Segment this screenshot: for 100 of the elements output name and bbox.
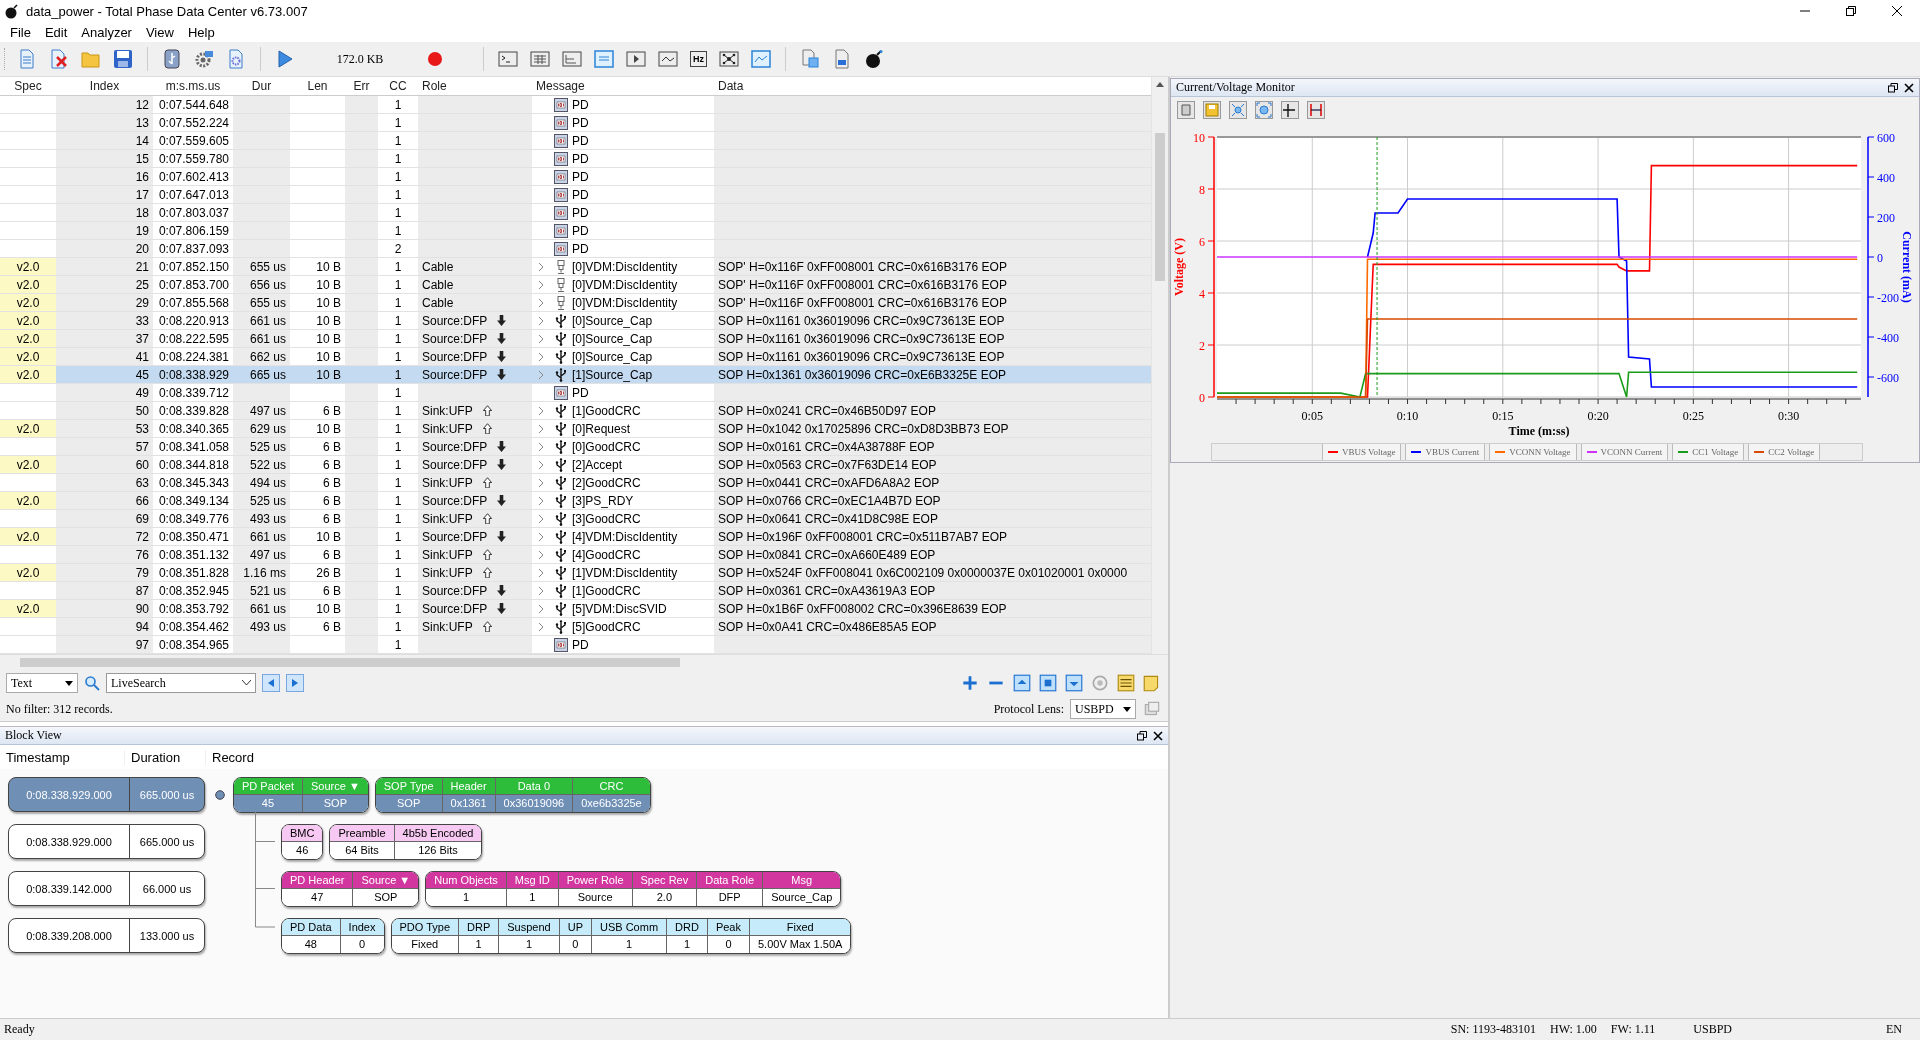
add-icon[interactable] — [960, 673, 980, 693]
menu-item[interactable]: Help — [180, 24, 222, 40]
close-icon[interactable] — [1904, 82, 1914, 93]
table-row[interactable]: 19 0:07.806.159 1 PD — [0, 222, 1151, 240]
table-row[interactable]: 50 0:08.339.828 497 us 6 B 1 Sink:UFP [1]GoodCRC SOP H=0x0241 CRC=0x46B50D97 EOP — [0, 402, 1151, 420]
column-header[interactable]: Err — [345, 77, 378, 95]
table-row[interactable]: 49 0:08.339.712 1 PD — [0, 384, 1151, 402]
table-row[interactable]: v2.0 72 0:08.350.471 661 us 10 B 1 Source:DFP [4]VDM:DiscIdentity SOP H=0x196F 0xFF008001 CRC=0x511B7AB7 EOP — [0, 528, 1151, 546]
expand-caret-icon[interactable] — [538, 351, 544, 362]
column-header[interactable]: Spec — [0, 77, 56, 95]
signal-box-icon[interactable] — [658, 49, 678, 69]
table-row[interactable]: v2.0 53 0:08.340.365 629 us 10 B 1 Sink:UFP [0]Request SOP H=0x1042 0x17025896 CRC=0xD8D3BB73 EOP — [0, 420, 1151, 438]
frequency-button[interactable]: Hz — [690, 51, 707, 67]
new-file-icon[interactable] — [17, 49, 37, 69]
field-group[interactable]: PDO Type Fixed DRP 1 Suspend 1 UP 0 USB Comm 1 DRD 1 Peak 0 Fixed 5.00V Max 1.50A — [390, 917, 852, 954]
table-row[interactable]: v2.0 41 0:08.224.381 662 us 10 B 1 Source:DFP [0]Source_Cap SOP H=0x1161 0x36019096 CRC=0x9C73613E EOP — [0, 348, 1151, 366]
expand-caret-icon[interactable] — [538, 603, 544, 614]
play-box-icon[interactable] — [626, 49, 646, 69]
horizontal-scrollbar[interactable] — [0, 654, 1168, 669]
document-settings-icon[interactable] — [226, 49, 246, 69]
tree-list-icon[interactable] — [562, 49, 582, 69]
table-row[interactable]: 12 0:07.544.648 1 PD — [0, 96, 1151, 114]
column-header[interactable]: CC — [378, 77, 418, 95]
line-chart-icon[interactable] — [751, 49, 771, 69]
table-row[interactable]: v2.0 60 0:08.344.818 522 us 6 B 1 Source:DFP [2]Accept SOP H=0x0563 CRC=0x7F63DE14 EOP — [0, 456, 1151, 474]
target-icon[interactable] — [1090, 673, 1110, 693]
table-row[interactable]: 16 0:07.602.413 1 PD — [0, 168, 1151, 186]
scrollbar-thumb[interactable] — [20, 657, 680, 667]
expand-caret-icon[interactable] — [538, 405, 544, 416]
scroll-center-icon[interactable] — [1038, 673, 1058, 693]
field-group[interactable]: PD Data 48 Index 0 — [281, 917, 385, 954]
zoom-icon[interactable] — [1255, 101, 1273, 119]
settings-icon[interactable] — [194, 49, 214, 69]
table-row[interactable]: 87 0:08.352.945 521 us 6 B 1 Source:DFP [1]GoodCRC SOP H=0x0361 CRC=0xA43619A3 EOP — [0, 582, 1151, 600]
expand-caret-icon[interactable] — [538, 297, 544, 308]
cursor-line[interactable] — [1376, 136, 1378, 398]
expand-caret-icon[interactable] — [538, 261, 544, 272]
table-row[interactable]: 97 0:08.354.965 1 PD — [0, 636, 1151, 654]
record-item[interactable]: 0:08.338.929.000 665.000 us — [8, 824, 205, 859]
folder-icon[interactable] — [81, 49, 101, 69]
protocol-lens-dropdown[interactable]: USBPD — [1070, 699, 1136, 719]
scroll-up-icon[interactable] — [1156, 82, 1164, 87]
scroll-bottom-icon[interactable] — [1064, 673, 1084, 693]
menu-item[interactable]: View — [138, 24, 181, 40]
record-item[interactable]: 0:08.339.142.000 66.000 us — [8, 871, 205, 906]
expand-caret-icon[interactable] — [538, 477, 544, 488]
measure-icon[interactable] — [1307, 101, 1325, 119]
expand-caret-icon[interactable] — [538, 549, 544, 560]
column-header[interactable]: Dur — [233, 77, 290, 95]
table-row[interactable]: 63 0:08.345.343 494 us 6 B 1 Sink:UFP [2]GoodCRC SOP H=0x0441 CRC=0xAFD6A8A2 EOP — [0, 474, 1151, 492]
column-header[interactable]: m:s.ms.us — [153, 77, 233, 95]
panel-icon[interactable] — [594, 49, 614, 69]
expand-caret-icon[interactable] — [538, 279, 544, 290]
table-row[interactable]: 15 0:07.559.780 1 PD — [0, 150, 1151, 168]
play-icon[interactable] — [275, 49, 295, 69]
crosshair-icon[interactable] — [1281, 101, 1299, 119]
expand-caret-icon[interactable] — [538, 441, 544, 452]
table-row[interactable]: v2.0 37 0:08.222.595 661 us 10 B 1 Source:DFP [0]Source_Cap SOP H=0x1161 0x36019096 CRC=0x9C73613E EOP — [0, 330, 1151, 348]
table-row[interactable]: 76 0:08.351.132 497 us 6 B 1 Sink:UFP [4]GoodCRC SOP H=0x0841 CRC=0xA660E489 EOP — [0, 546, 1151, 564]
expand-caret-icon[interactable] — [538, 315, 544, 326]
expand-caret-icon[interactable] — [538, 513, 544, 524]
record-item[interactable]: 0:08.339.208.000 133.000 us — [8, 918, 205, 953]
scroll-top-icon[interactable] — [1012, 673, 1032, 693]
expand-caret-icon[interactable] — [538, 423, 544, 434]
menu-item[interactable]: Analyzer — [74, 24, 139, 40]
menu-item[interactable]: Edit — [37, 24, 75, 40]
column-header[interactable]: Role — [418, 77, 532, 95]
restore-icon[interactable] — [1888, 82, 1898, 93]
expand-caret-icon[interactable] — [538, 531, 544, 542]
expand-caret-icon[interactable] — [538, 585, 544, 596]
usb-device-icon[interactable] — [162, 49, 182, 69]
search-field[interactable]: LiveSearch — [106, 673, 256, 693]
table-row[interactable]: v2.0 29 0:07.855.568 655 us 10 B 1 Cable [0]VDM:DiscIdentity SOP' H=0x116F 0xFF008001 CRC=0x616B3176 EOP — [0, 294, 1151, 312]
expand-caret-icon[interactable] — [538, 621, 544, 632]
table-row[interactable]: v2.0 66 0:08.349.134 525 us 6 B 1 Source:DFP [3]PS_RDY SOP H=0x0766 CRC=0xEC1A4B7D EOP — [0, 492, 1151, 510]
table-row[interactable]: v2.0 45 0:08.338.929 665 us 10 B 1 Source:DFP [1]Source_Cap SOP H=0x1361 0x36019096 CRC=0xE6B3325E EOP — [0, 366, 1151, 384]
vertical-scrollbar[interactable] — [1151, 77, 1168, 654]
scroll-icon[interactable] — [1177, 101, 1195, 119]
field-group[interactable]: Preamble 64 Bits 4b5b Encoded 126 Bits — [329, 823, 483, 860]
table-row[interactable]: 13 0:07.552.224 1 PD — [0, 114, 1151, 132]
document-icon[interactable] — [832, 49, 852, 69]
save-icon[interactable] — [1203, 101, 1221, 119]
bomb-logo-icon[interactable] — [864, 49, 884, 69]
expand-caret-icon[interactable] — [538, 567, 544, 578]
columns-icon[interactable] — [1116, 673, 1136, 693]
column-header[interactable]: Data — [714, 77, 1151, 95]
delete-file-icon[interactable] — [49, 49, 69, 69]
next-button[interactable] — [286, 674, 304, 692]
field-group[interactable]: BMC 46 — [281, 823, 324, 860]
save-icon[interactable] — [113, 49, 133, 69]
table-row[interactable]: 18 0:07.803.037 1 PD — [0, 204, 1151, 222]
grid-icon[interactable] — [530, 49, 550, 69]
table-row[interactable]: 69 0:08.349.776 493 us 6 B 1 Sink:UFP [3]GoodCRC SOP H=0x0641 CRC=0x41D8C98E EOP — [0, 510, 1151, 528]
field-group[interactable]: PD Header 47 Source ▼ SOP — [281, 870, 420, 907]
expand-caret-icon[interactable] — [538, 333, 544, 344]
scrollbar-thumb[interactable] — [1155, 133, 1165, 281]
restore-icon[interactable] — [1137, 730, 1147, 741]
column-header[interactable]: Message — [532, 77, 714, 95]
column-header[interactable]: Index — [56, 77, 153, 95]
expand-caret-icon[interactable] — [538, 495, 544, 506]
